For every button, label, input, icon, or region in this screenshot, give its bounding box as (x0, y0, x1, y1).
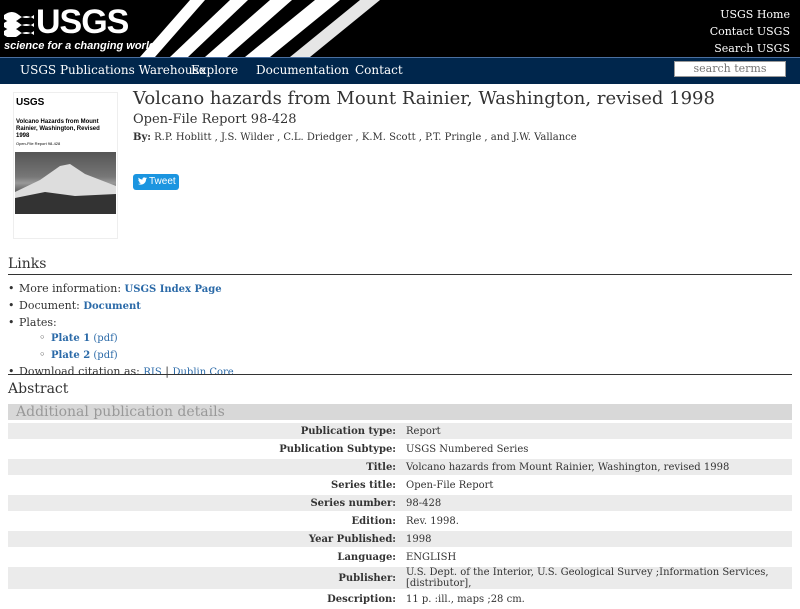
list-item: Download citation as: RIS | Dublin Core (8, 364, 234, 381)
list-item: More information: USGS Index Page (8, 281, 234, 298)
list-item: Document: Document (8, 298, 234, 315)
top-banner: USGS science for a changing world USGS H… (0, 0, 800, 57)
detail-key: Publication Subtype: (279, 443, 396, 455)
cover-title: Volcano Hazards from Mount Rainier, Wash… (16, 119, 100, 139)
document-label: Document: (19, 298, 80, 312)
detail-value: 11 p. :ill., maps ;28 cm. (406, 593, 525, 605)
detail-key: Description: (327, 593, 396, 605)
main-nav: USGS Publications Warehouse Explore Docu… (0, 57, 800, 84)
report-series: Open-File Report 98-428 (133, 112, 297, 127)
mountain-photo (15, 152, 116, 214)
nav-explore[interactable]: Explore (191, 63, 238, 77)
table-row: Publication type: Report (8, 423, 792, 439)
dublin-core-link[interactable]: Dublin Core (172, 367, 233, 378)
detail-value: Report (400, 423, 792, 439)
detail-value: ENGLISH (406, 551, 457, 563)
detail-key: Publisher: (8, 567, 400, 589)
plates-list: Plate 1 (pdf) Plate 2 (pdf) (19, 330, 234, 364)
detail-key: Language: (337, 551, 396, 563)
detail-key: Year Published: (8, 531, 400, 547)
document-link[interactable]: Document (83, 301, 141, 312)
detail-value: 1998 (400, 531, 792, 547)
table-row: Publication Subtype: USGS Numbered Series (8, 441, 792, 457)
table-row: Description: 11 p. :ill., maps ;28 cm. (8, 591, 792, 607)
detail-key: Edition: (351, 515, 396, 527)
nav-contact[interactable]: Contact (355, 63, 403, 77)
plate-1-link[interactable]: Plate 1 (pdf) (51, 333, 118, 344)
detail-value: 98-428 (400, 495, 792, 511)
top-links: USGS Home Contact USGS Search USGS (710, 6, 790, 57)
more-info-label: More information: (19, 282, 122, 295)
table-row: Year Published: 1998 (8, 531, 792, 547)
author-list: R.P. Hoblitt , J.S. Wilder , C.L. Driedg… (154, 132, 577, 143)
table-row: Series title: Open-File Report (8, 477, 792, 493)
usgs-home-link[interactable]: USGS Home (710, 6, 790, 23)
mountain-image (15, 164, 116, 214)
list-item: Plate 2 (pdf) (39, 347, 234, 364)
citation-label: Download citation as: (19, 364, 140, 378)
table-row: Title: Volcano hazards from Mount Rainier… (8, 459, 792, 475)
nav-publications-warehouse[interactable]: USGS Publications Warehouse (20, 63, 206, 77)
banner-stripes (140, 0, 380, 57)
nav-documentation[interactable]: Documentation (256, 63, 349, 77)
separator: | (165, 364, 169, 378)
table-row: Publisher: U.S. Dept. of the Interior, U.… (8, 567, 792, 589)
list-item: Plates: Plate 1 (pdf) Plate 2 (pdf) (8, 315, 234, 364)
detail-value: U.S. Dept. of the Interior, U.S. Geologi… (400, 567, 792, 589)
detail-value: USGS Numbered Series (406, 443, 529, 455)
links-divider (8, 274, 792, 275)
detail-value: Volcano hazards from Mount Rainier, Wash… (400, 459, 792, 475)
page-title: Volcano hazards from Mount Rainier, Wash… (133, 88, 715, 109)
plate-2-link[interactable]: Plate 2 (pdf) (51, 350, 118, 361)
detail-key: Publication type: (8, 423, 400, 439)
links-heading: Links (8, 256, 47, 272)
links-list: More information: USGS Index Page Docume… (8, 281, 234, 381)
authors: By: R.P. Hoblitt , J.S. Wilder , C.L. Dr… (133, 132, 577, 143)
detail-value: Rev. 1998. (406, 515, 459, 527)
table-row: Edition: Rev. 1998. (8, 513, 792, 529)
cover-logo: USGS (16, 97, 45, 108)
tweet-label: Tweet (149, 176, 176, 187)
plates-label: Plates: (19, 315, 57, 329)
logo-text: USGS (36, 3, 129, 41)
abstract-divider (8, 374, 792, 375)
abstract-heading[interactable]: Abstract (8, 381, 68, 397)
detail-key: Title: (8, 459, 400, 475)
details-table: Publication type: Report Publication Subty… (8, 421, 792, 609)
contact-usgs-link[interactable]: Contact USGS (710, 23, 790, 40)
search-input[interactable] (674, 61, 786, 77)
detail-value: Open-File Report (406, 479, 494, 491)
details-heading[interactable]: Additional publication details (8, 404, 792, 420)
cover-thumbnail[interactable]: USGS Volcano Hazards from Mount Rainier,… (13, 92, 118, 239)
search-usgs-link[interactable]: Search USGS (710, 40, 790, 57)
cover-report: Open-File Report 98-428 (16, 141, 61, 146)
table-row: Series number: 98-428 (8, 495, 792, 511)
list-item: Plate 1 (pdf) (39, 330, 234, 347)
ris-link[interactable]: RIS (143, 367, 161, 378)
by-label: By: (133, 132, 151, 143)
detail-key: Series number: (8, 495, 400, 511)
table-row: Language: ENGLISH (8, 549, 792, 565)
twitter-bird-icon (138, 177, 147, 185)
detail-key: Series title: (330, 479, 396, 491)
usgs-index-page-link[interactable]: USGS Index Page (125, 284, 222, 295)
usgs-wave-icon (4, 12, 34, 37)
tweet-button[interactable]: Tweet (133, 174, 179, 190)
